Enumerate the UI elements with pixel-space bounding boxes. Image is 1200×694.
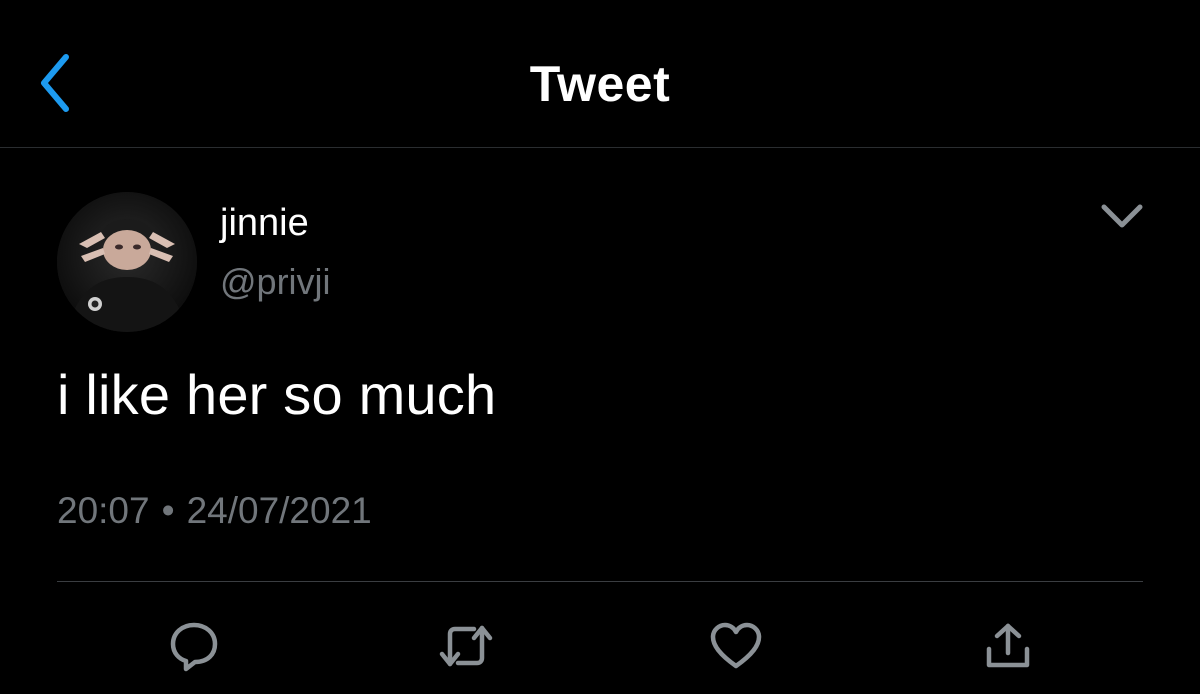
page-title: Tweet <box>529 56 671 112</box>
retweet-icon <box>439 625 493 667</box>
heart-icon <box>710 622 762 669</box>
avatar[interactable] <box>57 192 197 332</box>
author-display-name[interactable]: jinnie <box>220 200 309 246</box>
author-handle[interactable]: @privji <box>220 260 331 304</box>
like-button[interactable] <box>706 618 766 674</box>
share-button[interactable] <box>978 618 1038 674</box>
chevron-down-icon <box>1101 204 1143 228</box>
tweet-timestamp: 20:07 • 24/07/2021 <box>57 488 372 534</box>
more-options-button[interactable] <box>1094 192 1150 240</box>
share-icon <box>986 623 1030 668</box>
top-bar: Tweet <box>0 0 1200 148</box>
tweet-date: 24/07/2021 <box>186 490 372 531</box>
tweet-time: 20:07 <box>57 490 150 531</box>
tweet-text: i like her so much <box>57 363 497 426</box>
avatar-image <box>57 192 197 332</box>
meta-separator: • <box>161 490 175 531</box>
reply-icon <box>170 622 218 672</box>
retweet-button[interactable] <box>436 618 496 674</box>
reply-button[interactable] <box>164 618 224 674</box>
divider <box>57 581 1143 582</box>
